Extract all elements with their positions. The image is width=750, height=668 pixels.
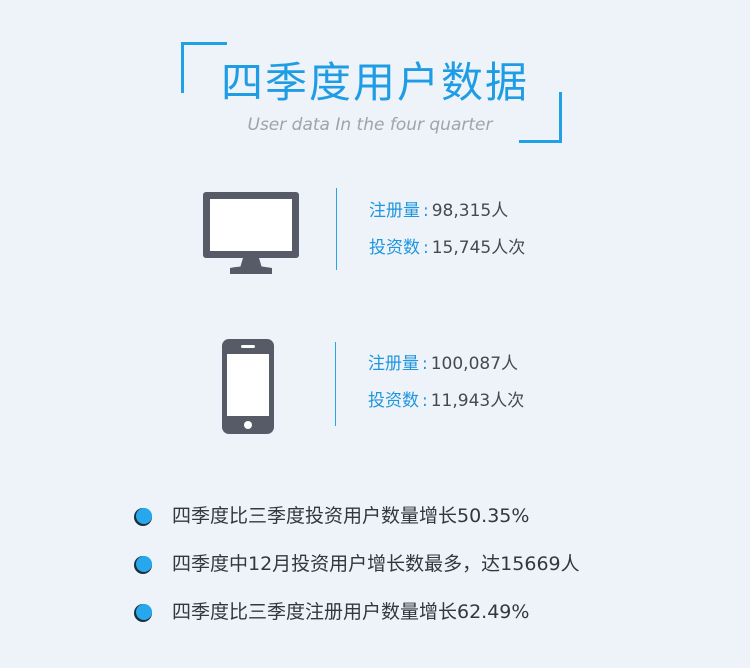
page-subtitle: User data In the four quarter — [247, 115, 493, 135]
desktop-monitor-icon — [203, 192, 299, 276]
pc-invest-separator: : — [423, 238, 429, 258]
page-title: 四季度用户数据 — [220, 58, 529, 107]
pc-divider — [336, 188, 337, 270]
pc-register-stat: 注册量:98,315人 — [369, 200, 508, 222]
pc-register-separator: : — [423, 201, 429, 221]
summary-text: 四季度比三季度注册用户数量增长62.49% — [172, 601, 530, 623]
summary-text: 四季度中12月投资用户增长数最多，达15669人 — [172, 553, 580, 575]
mobile-register-stat: 注册量:100,087人 — [368, 353, 518, 375]
bullet-dot-icon — [136, 604, 152, 620]
mobile-divider — [335, 342, 336, 426]
mobile-register-label: 注册量 — [368, 354, 419, 374]
smartphone-icon — [222, 339, 274, 434]
pc-invest-label: 投资数 — [369, 238, 420, 258]
header: 四季度用户数据 User data In the four quarter — [0, 0, 750, 160]
summary-text: 四季度比三季度投资用户数量增长50.35% — [172, 505, 530, 527]
bullet-dot-icon — [136, 556, 152, 572]
pc-register-label: 注册量 — [369, 201, 420, 221]
mobile-invest-separator: : — [422, 391, 428, 411]
pc-register-value: 98,315人 — [431, 201, 509, 221]
mobile-invest-label: 投资数 — [368, 391, 419, 411]
mobile-register-separator: : — [422, 354, 428, 374]
mobile-invest-value: 11,943人次 — [430, 391, 525, 411]
pc-invest-stat: 投资数:15,745人次 — [369, 237, 525, 259]
pc-invest-value: 15,745人次 — [431, 238, 526, 258]
mobile-register-value: 100,087人 — [430, 354, 519, 374]
mobile-invest-stat: 投资数:11,943人次 — [368, 390, 524, 412]
bullet-dot-icon — [136, 508, 152, 524]
